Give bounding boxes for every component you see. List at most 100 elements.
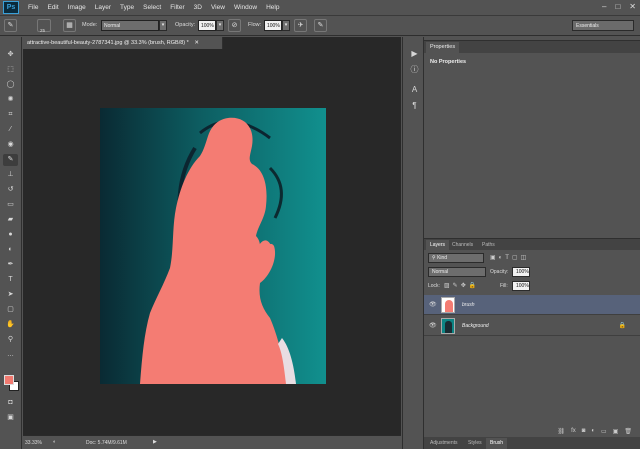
play-icon[interactable]: ▶ xyxy=(408,47,421,60)
tab-channels[interactable]: Channels xyxy=(448,240,477,250)
brush-tool-icon-active[interactable]: ✎ xyxy=(3,154,18,166)
menu-image[interactable]: Image xyxy=(68,4,86,11)
paragraph-icon[interactable]: ¶ xyxy=(408,99,421,112)
shape-tool-icon[interactable]: ▢ xyxy=(3,304,18,316)
brush-tool-icon[interactable]: ✎ xyxy=(4,19,17,32)
canvas[interactable] xyxy=(100,108,326,384)
menu-select[interactable]: Select xyxy=(143,4,161,11)
layer-row-background[interactable]: 👁 Background 🔒 xyxy=(424,316,640,336)
eraser-tool-icon[interactable]: ▭ xyxy=(3,199,18,211)
type-tool-icon[interactable]: T xyxy=(3,274,18,286)
add-mask-icon[interactable]: ◙ xyxy=(582,428,586,434)
menu-type[interactable]: Type xyxy=(120,4,134,11)
crop-tool-icon[interactable]: ⌗ xyxy=(3,109,18,121)
layer-name-background: Background xyxy=(462,323,489,329)
pressure-size-icon[interactable]: ✎ xyxy=(314,19,327,32)
layers-footer: ⛓ fx ◙ ◐ ▭ ▣ 🗑 xyxy=(424,425,640,437)
flow-input[interactable]: 100% xyxy=(264,20,282,31)
lasso-tool-icon[interactable]: ◯ xyxy=(3,79,18,91)
document-tab[interactable]: attractive-beautiful-beauty-2787341.jpg … xyxy=(23,37,223,49)
mode-dropdown-icon[interactable]: ▾ xyxy=(159,20,167,31)
tab-properties[interactable]: Properties xyxy=(426,42,460,53)
new-layer-icon[interactable]: ▣ xyxy=(613,428,619,435)
workspace-select[interactable]: Essentials xyxy=(572,20,634,31)
tab-brush[interactable]: Brush xyxy=(486,438,508,449)
zoom-level[interactable]: 33.33% xyxy=(25,440,42,446)
layer-style-icon[interactable]: fx xyxy=(571,428,576,434)
tools-panel: ✥ ⬚ ◯ ✺ ⌗ ⁄ ◉ ✎ ⊥ ↺ ▭ ▰ ● ◐ ✒ T ➤ ▢ ✋ ⚲ … xyxy=(0,37,22,449)
screen-mode-icon[interactable]: ▣ xyxy=(3,412,18,424)
delete-layer-icon[interactable]: 🗑 xyxy=(624,428,632,435)
properties-panel: Properties No Properties xyxy=(424,40,640,236)
layer-thumbnail-background xyxy=(441,318,455,334)
document-title: attractive-beautiful-beauty-2787341.jpg … xyxy=(27,40,189,46)
tab-layers[interactable]: Layers xyxy=(426,240,450,250)
opacity-dropdown-icon[interactable]: ▾ xyxy=(216,20,224,31)
filter-icons[interactable]: ▣◐T▢◫ xyxy=(490,254,529,261)
menu-file[interactable]: File xyxy=(28,4,38,11)
menu-help[interactable]: Help xyxy=(266,4,279,11)
adjustment-layer-icon[interactable]: ◐ xyxy=(591,428,595,434)
status-arrow-icon[interactable]: ▶ xyxy=(153,439,157,445)
healing-brush-tool-icon[interactable]: ◉ xyxy=(3,139,18,151)
pressure-opacity-icon[interactable]: ⊘ xyxy=(228,19,241,32)
more-tools-icon[interactable]: … xyxy=(3,349,18,361)
window-controls: – □ ✕ xyxy=(602,2,636,11)
marquee-tool-icon[interactable]: ⬚ xyxy=(3,64,18,76)
status-info-icon[interactable]: ◐ xyxy=(53,439,56,445)
mode-select[interactable]: Normal xyxy=(101,20,159,31)
minimize-icon[interactable]: – xyxy=(602,2,606,11)
blur-tool-icon[interactable]: ● xyxy=(3,229,18,241)
eye-icon[interactable]: 👁 xyxy=(429,322,437,329)
eyedropper-tool-icon[interactable]: ⁄ xyxy=(3,124,18,136)
close-document-icon[interactable]: ✕ xyxy=(194,40,199,46)
lock-icons[interactable]: ▨✎✥🔒 xyxy=(444,282,479,289)
menu-bar: Ps File Edit Image Layer Type Select Fil… xyxy=(0,0,640,16)
zoom-tool-icon[interactable]: ⚲ xyxy=(3,334,18,346)
pen-tool-icon[interactable]: ✒ xyxy=(3,259,18,271)
flow-dropdown-icon[interactable]: ▾ xyxy=(282,20,290,31)
clone-stamp-tool-icon[interactable]: ⊥ xyxy=(3,169,18,181)
properties-tab-bar: Properties xyxy=(424,41,640,53)
new-group-icon[interactable]: ▭ xyxy=(601,428,607,435)
tab-styles[interactable]: Styles xyxy=(464,438,486,449)
dodge-tool-icon[interactable]: ◐ xyxy=(3,244,18,256)
layer-opacity-input[interactable]: 100% xyxy=(512,267,530,277)
tab-paths[interactable]: Paths xyxy=(478,240,499,250)
tab-adjustments[interactable]: Adjustments xyxy=(426,438,462,449)
character-icon[interactable]: A xyxy=(408,83,421,96)
gradient-tool-icon[interactable]: ▰ xyxy=(3,214,18,226)
opacity-input[interactable]: 100% xyxy=(198,20,216,31)
close-icon[interactable]: ✕ xyxy=(629,2,636,11)
move-tool-icon[interactable]: ✥ xyxy=(3,49,18,61)
layer-row-brush[interactable]: 👁 brush xyxy=(424,295,640,315)
brush-preset-picker[interactable]: 25 xyxy=(37,19,51,33)
link-layers-icon[interactable]: ⛓ xyxy=(557,428,565,435)
history-brush-tool-icon[interactable]: ↺ xyxy=(3,184,18,196)
blend-mode-select[interactable]: Normal xyxy=(428,267,486,277)
options-bar: ✎ 25 ▦ Mode: Normal ▾ Opacity: 100% ▾ ⊘ … xyxy=(0,16,640,36)
layers-panel: Layers Channels Paths ⚲ Kind ▣◐T▢◫ Norma… xyxy=(424,238,640,437)
quick-mask-icon[interactable]: ◘ xyxy=(3,397,18,409)
airbrush-icon[interactable]: ✈ xyxy=(294,19,307,32)
lock-icon: 🔒 xyxy=(618,323,626,329)
quick-select-tool-icon[interactable]: ✺ xyxy=(3,94,18,106)
menu-3d[interactable]: 3D xyxy=(194,4,202,11)
doc-size: Doc: 5.74M/9.61M xyxy=(86,440,127,446)
menu-filter[interactable]: Filter xyxy=(170,4,184,11)
fill-input[interactable]: 100% xyxy=(512,281,530,291)
lock-label: Lock: xyxy=(428,283,440,289)
properties-body: No Properties xyxy=(430,59,467,65)
menu-layer[interactable]: Layer xyxy=(95,4,111,11)
maximize-icon[interactable]: □ xyxy=(615,2,620,11)
foreground-color-swatch[interactable] xyxy=(4,375,14,385)
eye-icon[interactable]: 👁 xyxy=(429,301,437,308)
menu-edit[interactable]: Edit xyxy=(47,4,58,11)
menu-window[interactable]: Window xyxy=(234,4,257,11)
brush-panel-icon[interactable]: ▦ xyxy=(63,19,76,32)
path-selection-tool-icon[interactable]: ➤ xyxy=(3,289,18,301)
layer-filter-kind[interactable]: ⚲ Kind xyxy=(428,253,484,263)
info-icon[interactable]: ⓘ xyxy=(408,63,421,76)
menu-view[interactable]: View xyxy=(211,4,225,11)
hand-tool-icon[interactable]: ✋ xyxy=(3,319,18,331)
